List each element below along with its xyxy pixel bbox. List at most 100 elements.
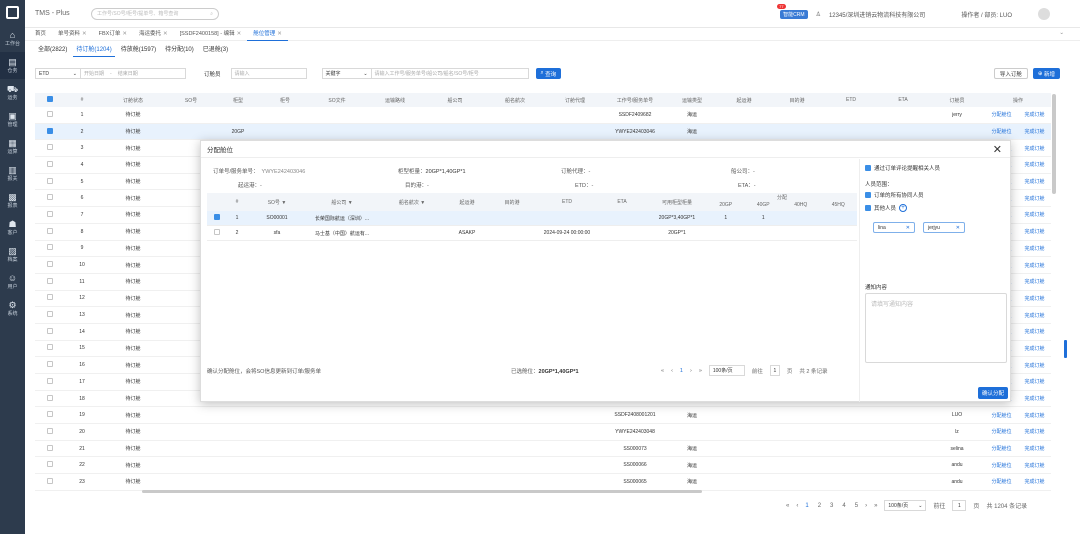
first-page-icon[interactable]: «	[786, 503, 789, 509]
date-range-input[interactable]: 开始日期 - 结束日期	[81, 68, 186, 79]
row-checkbox[interactable]	[47, 210, 53, 217]
finish-booking-link[interactable]: 完成订舱	[1024, 178, 1044, 185]
user-icon[interactable]: ♙	[816, 11, 821, 18]
assign-slot-link[interactable]: 分配舱位	[991, 428, 1011, 435]
close-icon[interactable]: ✕	[82, 31, 87, 37]
global-search-input[interactable]: 工作号/SO号/柜号/提单号、箱号查询 ⌕	[91, 7, 219, 20]
sidebar-item[interactable]: ▦ 运算	[0, 133, 25, 160]
finish-booking-link[interactable]: 完成订舱	[1024, 128, 1044, 135]
row-checkbox[interactable]	[47, 194, 53, 201]
row-checkbox[interactable]	[47, 444, 53, 451]
finish-booking-link[interactable]: 完成订舱	[1024, 395, 1044, 402]
assign-slot-link[interactable]: 分配舱位	[991, 462, 1011, 469]
page-number[interactable]: 1	[680, 368, 683, 374]
goto-page-input[interactable]: 1	[952, 500, 967, 511]
crm-button[interactable]: 77 智能CRM	[777, 3, 808, 19]
sidebar-item[interactable]: ▤ 仓务	[0, 52, 25, 79]
filter-icon[interactable]: ▼	[420, 200, 425, 206]
table-row[interactable]: 19 待订舱 SSDF2408001201 海运 LUO 分配舱位 完成订舱	[35, 407, 1051, 425]
row-checkbox[interactable]	[214, 214, 220, 220]
search-icon[interactable]: ⌕	[210, 11, 213, 17]
vertical-scrollbar[interactable]	[1052, 94, 1056, 194]
last-page-icon[interactable]: »	[699, 368, 702, 374]
page-size-select[interactable]: 100条/页	[708, 365, 745, 376]
table-row[interactable]: 1 待订舱 SSDF2409682 海运 jerry 分配舱位 完成订舱	[35, 107, 1051, 124]
next-page-icon[interactable]: ›	[865, 503, 867, 509]
status-tab[interactable]: 已退舱(3)	[200, 44, 231, 57]
finish-booking-link[interactable]: 完成订舱	[1024, 428, 1044, 435]
finish-booking-link[interactable]: 完成订舱	[1024, 295, 1044, 302]
finish-booking-link[interactable]: 完成订舱	[1024, 312, 1044, 319]
other-people-checkbox[interactable]	[865, 205, 871, 211]
row-checkbox[interactable]	[47, 177, 53, 184]
finish-booking-link[interactable]: 完成订舱	[1024, 195, 1044, 202]
row-checkbox[interactable]	[47, 127, 53, 134]
row-checkbox[interactable]	[47, 411, 53, 418]
slot-row[interactable]: 2 sfa 马士基（中国）航运有... ASAKP 2024-09-24 00:00:0…	[207, 226, 857, 241]
all-people-row[interactable]: 订单的所有协同人员	[865, 191, 924, 199]
finish-booking-link[interactable]: 完成订舱	[1024, 278, 1044, 285]
page-tab[interactable]: 单号资料 ✕	[52, 28, 93, 41]
person-tag[interactable]: jerjyu ✕	[923, 222, 965, 233]
last-page-icon[interactable]: »	[874, 503, 877, 509]
row-checkbox[interactable]	[47, 361, 53, 368]
close-icon[interactable]: ✕	[956, 225, 960, 231]
page-tab[interactable]: 海运委托 ✕	[133, 28, 174, 41]
row-checkbox[interactable]	[47, 110, 53, 117]
sidebar-item[interactable]: ☺ 用户	[0, 268, 25, 295]
close-icon[interactable]: ✕	[163, 31, 168, 37]
logo[interactable]	[0, 0, 25, 25]
status-tab[interactable]: 待放舱(1597)	[118, 44, 159, 57]
row-checkbox[interactable]	[47, 311, 53, 318]
table-row[interactable]: 2 待订舱 20GP YWYE242403046 海运 分配舱位 完成订舱	[35, 123, 1051, 141]
date-type-select[interactable]: ETD ⌄	[35, 68, 81, 79]
status-tab[interactable]: 待订舱(1204)	[73, 44, 115, 57]
first-page-icon[interactable]: «	[661, 368, 664, 374]
finish-booking-link[interactable]: 完成订舱	[1024, 412, 1044, 419]
slot-row[interactable]: 1 SO00001 长荣国际航运（深圳）... 20GP*3,40GP*1 1 1	[207, 211, 857, 226]
import-booking-button[interactable]: 导入订舱	[993, 68, 1028, 79]
assign-slot-link[interactable]: 分配舱位	[991, 111, 1011, 118]
row-checkbox[interactable]	[47, 160, 53, 167]
page-size-select[interactable]: 100条/页 ⌄	[884, 500, 927, 511]
finish-booking-link[interactable]: 完成订舱	[1024, 211, 1044, 218]
finish-booking-link[interactable]: 完成订舱	[1024, 345, 1044, 352]
page-number[interactable]: 3	[830, 503, 833, 509]
row-checkbox[interactable]	[47, 394, 53, 401]
goto-page-input[interactable]: 1	[769, 365, 780, 376]
filter-icon[interactable]: ▼	[281, 200, 286, 206]
booker-input[interactable]: 请输入	[230, 68, 307, 79]
page-number[interactable]: 2	[818, 503, 821, 509]
page-tab[interactable]: 首页	[29, 28, 52, 41]
sidebar-item[interactable]: ⛟ 运务	[0, 79, 25, 106]
row-checkbox[interactable]	[47, 144, 53, 151]
finish-booking-link[interactable]: 完成订舱	[1024, 478, 1044, 485]
page-tab[interactable]: FBX订单 ✕	[93, 28, 133, 41]
row-checkbox[interactable]	[47, 377, 53, 384]
prev-page-icon[interactable]: ‹	[671, 368, 673, 374]
assign-slot-link[interactable]: 分配舱位	[991, 478, 1011, 485]
finish-booking-link[interactable]: 完成订舱	[1024, 378, 1044, 385]
row-checkbox[interactable]	[214, 229, 220, 235]
sidebar-item[interactable]: ▩ 报表	[0, 187, 25, 214]
row-checkbox[interactable]	[47, 294, 53, 301]
add-button[interactable]: ⊕ 新增	[1032, 68, 1060, 79]
finish-booking-link[interactable]: 完成订舱	[1024, 111, 1044, 118]
next-page-icon[interactable]: ›	[690, 368, 692, 374]
add-person-icon[interactable]: +	[899, 204, 908, 212]
row-checkbox[interactable]	[47, 261, 53, 268]
table-row[interactable]: 22 待订舱 SS000066 海运 andu 分配舱位 完成订舱	[35, 457, 1051, 475]
notify-checkbox-row[interactable]: 通过订单评论提醒相关人员	[865, 164, 940, 172]
row-checkbox[interactable]	[47, 461, 53, 468]
assign-slot-link[interactable]: 分配舱位	[991, 128, 1011, 135]
select-all-checkbox[interactable]	[47, 96, 53, 102]
finish-booking-link[interactable]: 完成订舱	[1024, 362, 1044, 369]
filter-icon[interactable]: ▼	[348, 200, 353, 206]
table-row[interactable]: 20 待订舱 YWYE242403048 lz 分配舱位 完成订舱	[35, 424, 1051, 441]
sidebar-item[interactable]: ⚙ 系统	[0, 295, 25, 322]
assign-slot-link[interactable]: 分配舱位	[991, 445, 1011, 452]
row-checkbox[interactable]	[47, 427, 53, 434]
search-button[interactable]: ⌕ 查询	[535, 68, 562, 79]
horizontal-scrollbar[interactable]	[142, 490, 702, 493]
table-row[interactable]: 23 待订舱 SS000065 海运 andu 分配舱位 完成订舱	[35, 474, 1051, 491]
